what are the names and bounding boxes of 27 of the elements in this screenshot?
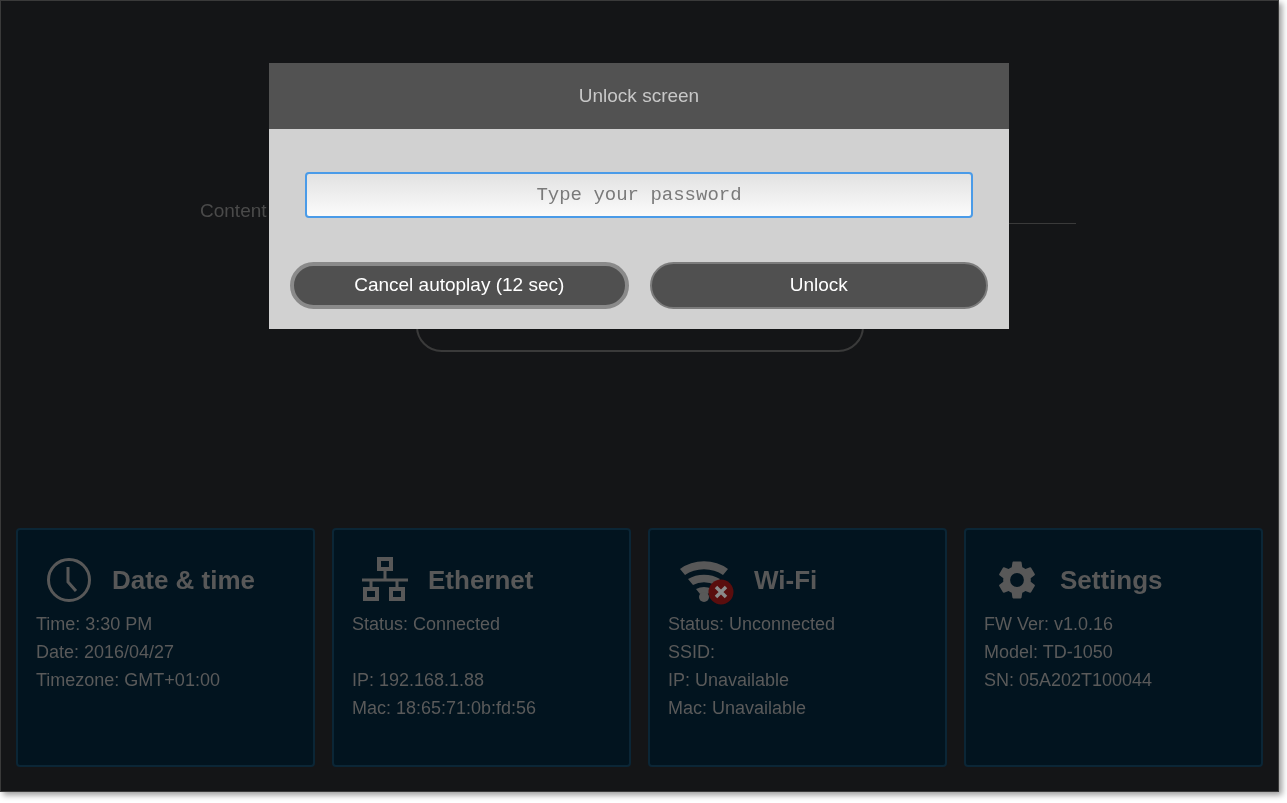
card-title: Ethernet — [428, 563, 534, 597]
status-card[interactable]: Ethernet Status: Connected IP: 192.168.1.88 Mac: 18:65:71:0b:fd:56 — [332, 528, 631, 767]
card-info-text: IP: 192.168.1.88 — [352, 669, 486, 692]
status-card[interactable]: Date & time Time: 3:30 PM Date: 2016/04/27 Timezone: GMT+01:00 — [16, 528, 315, 767]
card-title: Wi-Fi — [754, 563, 818, 597]
card-info-text: Status: Connected — [352, 613, 502, 636]
card-info-text: Date: 2016/04/27 — [36, 641, 176, 664]
password-field[interactable]: Type your password — [305, 172, 973, 218]
card-info-text: Model: TD-1050 — [984, 641, 1114, 664]
card-info-text: Status: Unconnected — [668, 613, 837, 636]
card-info-text: Mac: Unavailable — [668, 697, 808, 720]
network-icon — [362, 557, 408, 603]
card-info-text: SSID: — [668, 641, 716, 664]
card-info-text: Time: 3:30 PM — [36, 613, 154, 636]
card-title: Date & time — [112, 563, 256, 597]
dialog-button[interactable]: Cancel autoplay (12 sec) — [290, 262, 629, 309]
status-card[interactable]: Settings FW Ver: v1.0.16 Model: TD-1050 SN: 05A202T100044 — [964, 528, 1263, 767]
clock-icon — [46, 557, 92, 603]
card-info-text: Timezone: GMT+01:00 — [36, 669, 221, 692]
card-title: Settings — [1060, 563, 1163, 597]
status-card[interactable]: Wi-Fi Status: Unconnected SSID: IP: Unavailable Mac: Unavailable — [648, 528, 947, 767]
card-info-text: IP: Unavailable — [668, 669, 791, 692]
card-info-text: Mac: 18:65:71:0b:fd:56 — [352, 697, 538, 720]
card-info-text: SN: 05A202T100044 — [984, 669, 1154, 692]
dialog-button[interactable]: Unlock — [649, 262, 988, 309]
card-info-text: FW Ver: v1.0.16 — [984, 613, 1115, 636]
dialog-title: Unlock screen — [578, 83, 700, 108]
